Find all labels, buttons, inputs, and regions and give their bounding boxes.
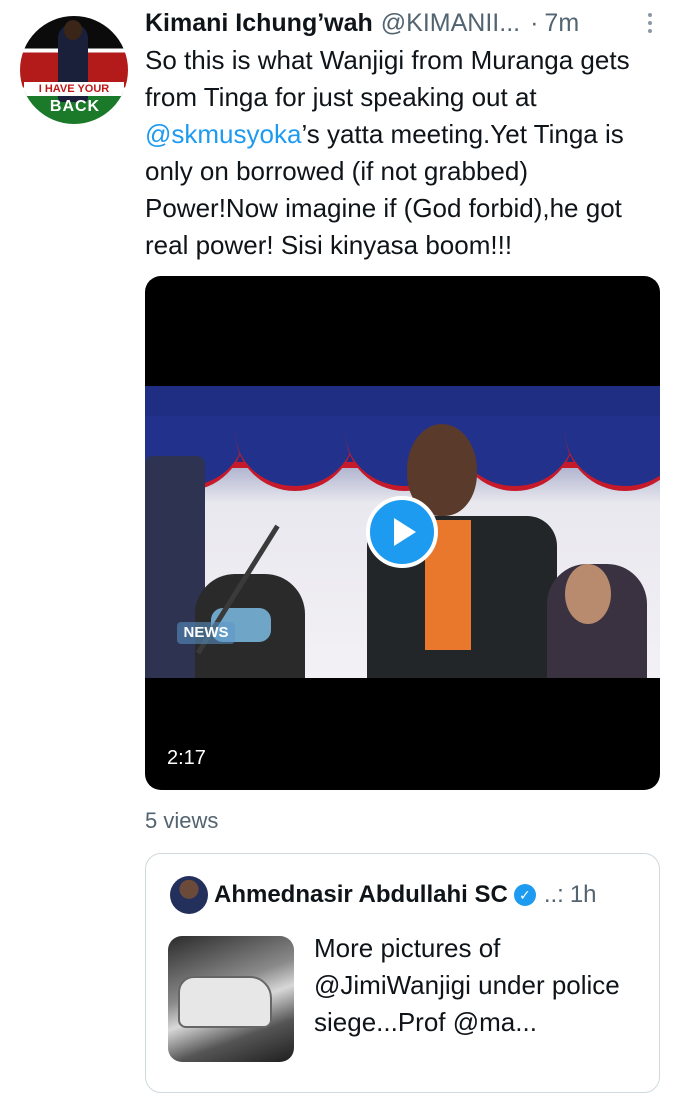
verified-icon: ✓ [513, 884, 536, 906]
author-name[interactable]: Kimani Ichung’wah [145, 9, 373, 38]
quoted-author-name[interactable]: Ahmednasir Abdullahi SC [214, 881, 508, 909]
quoted-tweet-text: More pictures of @JimiWanjigi under poli… [314, 933, 620, 1037]
mention-link[interactable]: @skmusyoka [145, 119, 301, 149]
separator-dot: · [530, 8, 539, 37]
play-button[interactable] [366, 496, 438, 568]
tweet-header: Kimani Ichung’wah @KIMANII... · 7m [145, 6, 665, 40]
drape-swag [235, 416, 355, 491]
avatar-banner-text-2: BACK [49, 98, 101, 115]
video-duration: 2:17 [159, 742, 214, 774]
drape-swag [565, 416, 660, 491]
quoted-tweet-time[interactable]: 1h [570, 881, 597, 909]
author-handle[interactable]: @KIMANII... [381, 9, 520, 38]
tweet-card[interactable]: I HAVE YOUR BACK Kimani Ichung’wah @KIMA… [0, 0, 683, 1093]
author-avatar[interactable]: I HAVE YOUR BACK [20, 16, 128, 124]
avatar-banner-text: I HAVE YOUR [24, 82, 124, 96]
quoted-tweet[interactable]: Ahmednasir Abdullahi SC ✓ ..: 1h More pi… [145, 853, 660, 1093]
tweet-text-part1: So this is what Wanjigi from Muranga get… [145, 45, 630, 112]
play-icon [394, 518, 416, 546]
quoted-media-thumbnail[interactable] [168, 936, 294, 1062]
news-watermark: NEWS [177, 622, 235, 644]
tweet-time[interactable]: 7m [544, 9, 579, 38]
quoted-author-handle[interactable]: ..: [544, 881, 564, 909]
more-vertical-icon[interactable] [635, 8, 665, 38]
video-player[interactable]: NEWS 2:17 [145, 276, 660, 790]
quoted-tweet-header: Ahmednasir Abdullahi SC ✓ ..: 1h [214, 876, 654, 914]
avatar-head [64, 20, 82, 40]
view-count[interactable]: 5 views [145, 808, 218, 834]
thumbnail-car [178, 976, 272, 1028]
woman-face [565, 564, 611, 624]
quoted-author-avatar[interactable] [170, 876, 208, 914]
tweet-text: So this is what Wanjigi from Muranga get… [145, 42, 665, 264]
